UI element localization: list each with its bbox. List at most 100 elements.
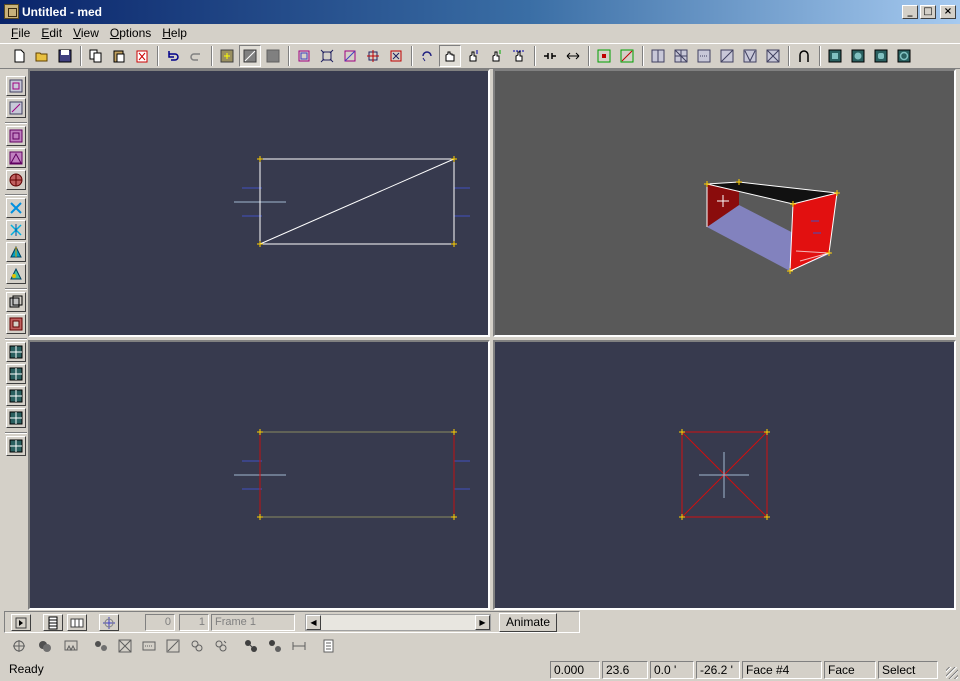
spread-icon[interactable]	[508, 45, 530, 67]
frame-start-field[interactable]: 0	[145, 614, 175, 631]
weld-icon[interactable]	[693, 45, 715, 67]
quad-view-2-icon[interactable]	[6, 364, 26, 384]
lower-icon[interactable]	[485, 45, 507, 67]
top-view-icon[interactable]	[6, 76, 26, 96]
status-text: Ready	[9, 662, 44, 676]
hand-icon[interactable]	[439, 45, 461, 67]
viewport-side-canvas	[679, 429, 770, 520]
frames-icon[interactable]	[67, 614, 87, 631]
viewport-top[interactable]	[28, 69, 490, 337]
box-select-icon[interactable]	[293, 45, 315, 67]
rotate-icon[interactable]	[416, 45, 438, 67]
cut-icon[interactable]	[762, 45, 784, 67]
link-icon[interactable]	[114, 636, 136, 656]
scroll-left-button[interactable]: ◀	[306, 615, 321, 630]
snap-icon[interactable]	[539, 45, 561, 67]
viewport-front[interactable]	[28, 340, 490, 610]
flip-icon[interactable]	[562, 45, 584, 67]
viewport-side[interactable]	[493, 340, 956, 610]
notes-icon[interactable]	[318, 636, 340, 656]
status-y: 23.6	[602, 661, 648, 679]
mesh-edges	[259, 158, 455, 245]
status-bar: Ready 0.000 23.6 0.0 ' -26.2 ' Face #4 F…	[0, 659, 960, 681]
quad-view-3-icon[interactable]	[6, 386, 26, 406]
slash-icon[interactable]	[162, 636, 184, 656]
grid-icon[interactable]	[670, 45, 692, 67]
scroll-right-button[interactable]: ▶	[475, 615, 490, 630]
copy-icon[interactable]	[85, 45, 107, 67]
viewport-perspective[interactable]	[493, 69, 956, 337]
quad-view-4-icon[interactable]	[6, 408, 26, 428]
attach-icon[interactable]	[186, 636, 208, 656]
menu-edit[interactable]: Edit	[36, 26, 68, 40]
maximize-button[interactable]: □	[920, 5, 936, 19]
select-vertex-icon[interactable]	[216, 45, 238, 67]
secondary-toolbar	[4, 634, 344, 658]
disk-view-icon[interactable]	[893, 45, 915, 67]
cube-view-icon[interactable]	[824, 45, 846, 67]
bevel-icon[interactable]	[6, 264, 26, 284]
extrude-icon[interactable]	[6, 242, 26, 262]
menu-help[interactable]: Help	[157, 26, 193, 40]
front-view-icon[interactable]	[6, 98, 26, 118]
edge-select-icon[interactable]	[339, 45, 361, 67]
add-face-icon[interactable]	[616, 45, 638, 67]
select-face-icon[interactable]	[239, 45, 261, 67]
menu-options[interactable]: Options	[105, 26, 157, 40]
menu-file[interactable]: File	[6, 26, 36, 40]
open-folder-icon[interactable]	[31, 45, 53, 67]
box-primitive-icon[interactable]	[6, 126, 26, 146]
menu-view[interactable]: View	[68, 26, 105, 40]
ungroup-icon[interactable]	[6, 314, 26, 334]
title-bar: Untitled - med _ □ ×	[0, 0, 960, 24]
arch-icon[interactable]	[793, 45, 815, 67]
spheres-icon[interactable]	[34, 636, 56, 656]
close-button[interactable]: ×	[940, 5, 956, 19]
viewport-front-canvas	[234, 429, 470, 520]
add-vertex-icon[interactable]	[593, 45, 615, 67]
quad-view-icon[interactable]	[6, 342, 26, 362]
save-icon[interactable]	[54, 45, 76, 67]
split-icon[interactable]	[716, 45, 738, 67]
pyramid-primitive-icon[interactable]	[6, 148, 26, 168]
detach-icon[interactable]	[210, 636, 232, 656]
move-y-icon[interactable]	[6, 220, 26, 240]
frame-name-field[interactable]: Frame 1	[211, 614, 295, 631]
measure-icon[interactable]	[288, 636, 310, 656]
film-icon[interactable]	[43, 614, 63, 631]
cylinder-view-icon[interactable]	[870, 45, 892, 67]
dotted-icon[interactable]	[138, 636, 160, 656]
delete-icon[interactable]	[131, 45, 153, 67]
frame-count-field[interactable]: 1	[179, 614, 209, 631]
weights-icon[interactable]	[90, 636, 112, 656]
redo-icon[interactable]	[185, 45, 207, 67]
app-icon	[4, 4, 19, 19]
new-file-icon[interactable]	[8, 45, 30, 67]
select-object-icon[interactable]	[262, 45, 284, 67]
mirror-icon[interactable]	[647, 45, 669, 67]
sphere-primitive-icon[interactable]	[6, 170, 26, 190]
status-tool: Select	[878, 661, 938, 679]
animate-button[interactable]: Animate	[499, 613, 557, 632]
play-icon[interactable]	[11, 614, 31, 631]
resize-grip[interactable]	[946, 667, 958, 679]
target-icon[interactable]	[8, 636, 30, 656]
frame-scrollbar[interactable]: ◀ ▶	[305, 614, 491, 631]
joint-icon[interactable]	[240, 636, 262, 656]
move-x-icon[interactable]	[6, 198, 26, 218]
status-x: 0.000	[550, 661, 600, 679]
sphere-view-icon[interactable]	[847, 45, 869, 67]
quad-view-5-icon[interactable]	[6, 436, 26, 456]
triangle-icon[interactable]	[739, 45, 761, 67]
lift-icon[interactable]	[462, 45, 484, 67]
group-icon[interactable]	[6, 292, 26, 312]
bones-icon[interactable]	[60, 636, 82, 656]
onion-skin-icon[interactable]	[99, 614, 119, 631]
undo-icon[interactable]	[162, 45, 184, 67]
scale-icon[interactable]	[385, 45, 407, 67]
minimize-button[interactable]: _	[902, 5, 918, 19]
vertex-select-icon[interactable]	[316, 45, 338, 67]
joint-2-icon[interactable]	[264, 636, 286, 656]
grab-icon[interactable]	[362, 45, 384, 67]
paste-icon[interactable]	[108, 45, 130, 67]
